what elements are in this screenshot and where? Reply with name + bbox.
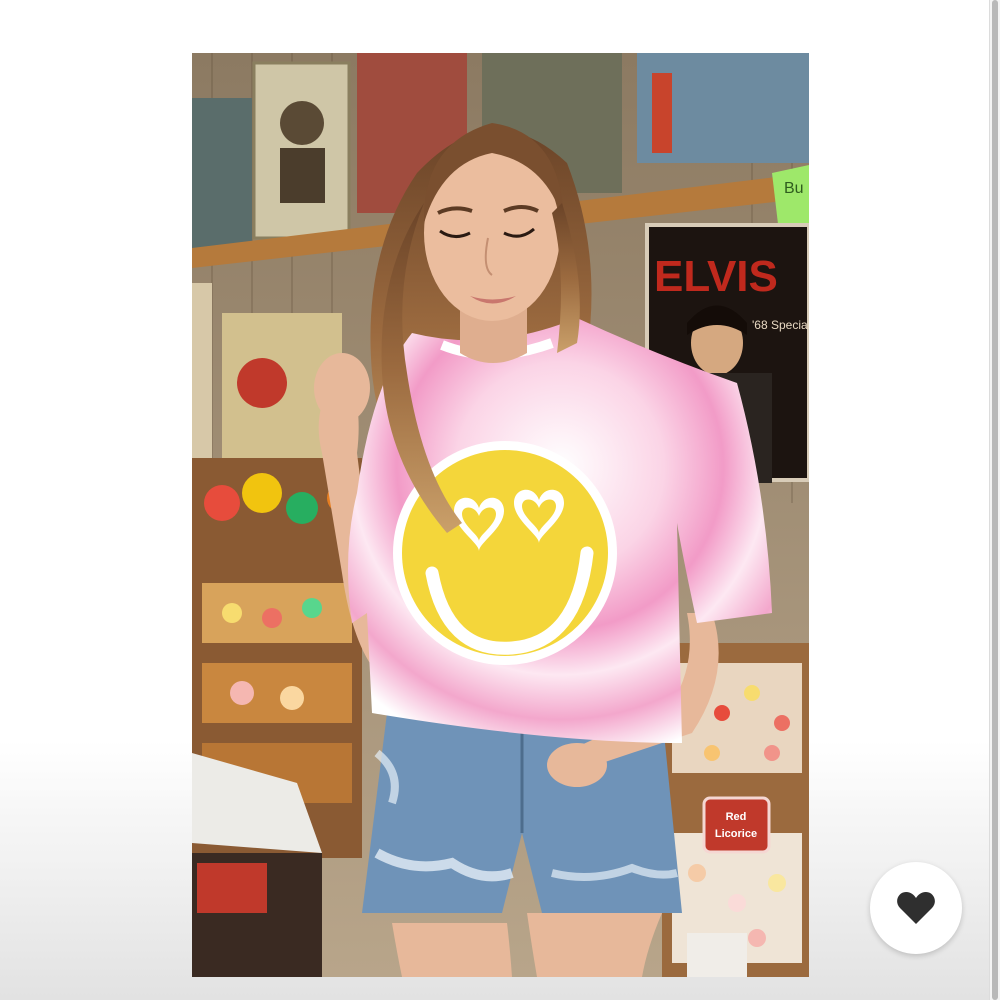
scrollbar-thumb[interactable] bbox=[992, 0, 998, 1000]
sticky-note-text: Bu bbox=[784, 180, 804, 197]
heart-icon bbox=[897, 892, 935, 924]
vertical-scrollbar[interactable] bbox=[989, 0, 1000, 1000]
poster-subtitle: '68 Special bbox=[752, 318, 809, 332]
candy-sign-line2: Licorice bbox=[715, 828, 757, 840]
like-button[interactable] bbox=[870, 862, 962, 954]
candy-sign-line1: Red bbox=[726, 811, 747, 823]
product-photo-illustration: Bu ELVIS '68 Special Red Licorice bbox=[192, 53, 809, 977]
poster-title: ELVIS bbox=[654, 252, 778, 301]
product-image[interactable]: Bu ELVIS '68 Special Red Licorice bbox=[192, 53, 809, 977]
